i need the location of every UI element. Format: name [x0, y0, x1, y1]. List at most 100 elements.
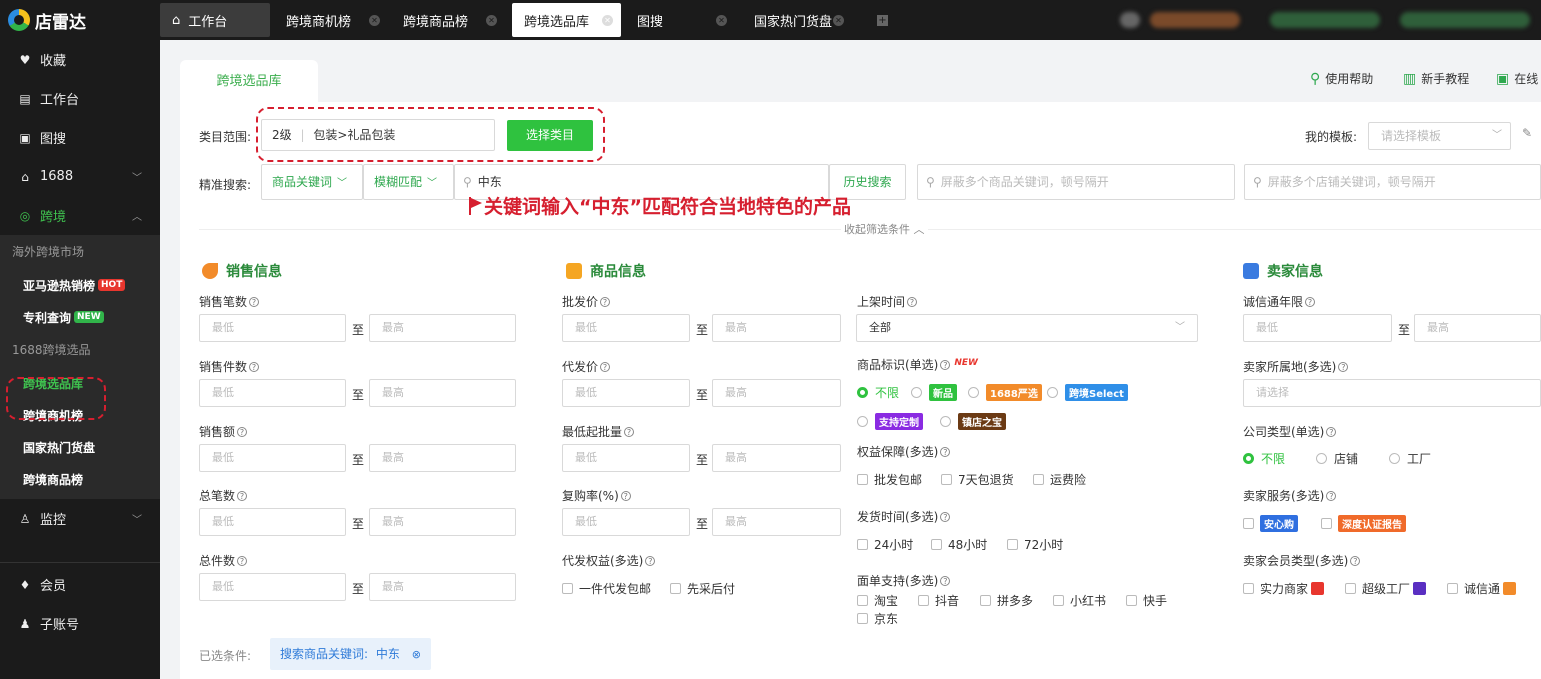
checkbox-24h[interactable]: 24小时 [857, 536, 913, 553]
checkbox-7day-return[interactable]: 7天包退货 [941, 471, 1014, 488]
sidebar-item-image-search[interactable]: ▣ 图搜 [0, 118, 160, 157]
help-icon[interactable]: ? [907, 297, 918, 307]
radio-company-factory[interactable]: 工厂 [1389, 450, 1431, 467]
checkbox-deep-certification[interactable]: 深度认证报告 [1321, 515, 1406, 532]
help-icon[interactable]: ? [940, 576, 951, 586]
help-icon[interactable]: ? [940, 512, 951, 522]
min-order-min[interactable]: 最低 [562, 444, 690, 472]
tab-workbench[interactable]: ⌂ 工作台 [160, 3, 270, 37]
help-icon[interactable]: ? [940, 360, 951, 370]
page-tab-title[interactable]: 跨境选品库 [180, 60, 318, 103]
radio-mark-customize[interactable]: 支持定制 [857, 413, 923, 430]
checkbox-pinduoduo[interactable]: 拼多多 [980, 592, 1033, 609]
close-icon[interactable]: ✕ [833, 14, 844, 26]
close-icon[interactable]: ✕ [602, 14, 613, 26]
sidebar-item-country-goods[interactable]: 国家热门货盘 [0, 431, 160, 463]
tab-opportunity[interactable]: 跨境商机榜 ✕ [274, 3, 388, 37]
help-icon[interactable]: ? [249, 297, 260, 307]
checkbox-48h[interactable]: 48小时 [931, 536, 987, 553]
sidebar-item-1688[interactable]: ⌂ 1688 ﹀ [0, 157, 160, 196]
close-icon[interactable]: ✕ [716, 14, 727, 26]
credit-years-min[interactable]: 最低 [1243, 314, 1392, 342]
checkbox-douyin[interactable]: 抖音 [918, 592, 959, 609]
total-orders-min[interactable]: 最低 [199, 508, 346, 536]
close-icon[interactable]: ✕ [486, 14, 497, 26]
app-logo[interactable]: 店雷达 [0, 0, 160, 40]
sidebar-item-amazon[interactable]: 亚马逊热销榜 HOT [0, 269, 160, 301]
help-icon[interactable]: ? [237, 427, 248, 437]
selected-keyword-chip[interactable]: 搜索商品关键词: 中东 ⊗ [270, 638, 431, 670]
checkbox-72h[interactable]: 72小时 [1007, 536, 1063, 553]
template-select[interactable]: 请选择模板 ﹀ [1368, 122, 1511, 150]
collapse-filters-toggle[interactable]: 收起筛选条件 ︿ [841, 221, 928, 237]
repurchase-rate-max[interactable]: 最高 [712, 508, 841, 536]
sidebar-item-monitor[interactable]: ♙ 监控 ﹀ [0, 499, 160, 538]
radio-mark-cross-border-select[interactable]: 跨境Select [1047, 384, 1128, 401]
wholesale-price-max[interactable]: 最高 [712, 314, 841, 342]
checkbox-one-piece-dropship[interactable]: 一件代发包邮 [562, 580, 651, 597]
sales-pieces-min[interactable]: 最低 [199, 379, 346, 407]
sidebar-item-patent[interactable]: 专利查询 NEW [0, 301, 160, 333]
add-tab-button[interactable]: + [865, 3, 895, 37]
help-icon[interactable]: ? [249, 362, 260, 372]
help-icon[interactable]: ? [940, 447, 951, 457]
shelf-time-select[interactable]: 全部 ﹀ [856, 314, 1198, 342]
close-icon[interactable]: ⊗ [412, 648, 421, 661]
sales-count-min[interactable]: 最低 [199, 314, 346, 342]
repurchase-rate-min[interactable]: 最低 [562, 508, 690, 536]
edit-icon[interactable]: ✎ [1522, 126, 1532, 140]
seller-location-select[interactable]: 请选择 [1243, 379, 1541, 407]
checkbox-strong-merchant[interactable]: 实力商家 [1243, 580, 1325, 597]
sales-pieces-max[interactable]: 最高 [369, 379, 516, 407]
help-icon[interactable]: ? [1350, 556, 1361, 566]
checkbox-anxingou[interactable]: 安心购 [1243, 515, 1298, 532]
block-goods-input[interactable]: ⚲ 屏蔽多个商品关键词，顿号隔开 [917, 164, 1235, 200]
tab-image-search[interactable]: 图搜 ✕ [625, 3, 735, 37]
total-pieces-max[interactable]: 最高 [369, 573, 516, 601]
checkbox-jd[interactable]: 京东 [857, 610, 898, 627]
help-icon[interactable]: ? [237, 491, 248, 501]
help-icon[interactable]: ? [624, 427, 635, 437]
radio-company-shop[interactable]: 店铺 [1316, 450, 1358, 467]
sidebar-item-workbench[interactable]: ▤ 工作台 [0, 79, 160, 118]
help-icon[interactable]: ? [1338, 362, 1349, 372]
online-service-link[interactable]: ▣ 在线 [1496, 70, 1538, 87]
total-pieces-min[interactable]: 最低 [199, 573, 346, 601]
help-icon[interactable]: ? [645, 556, 656, 566]
checkbox-xiaohongshu[interactable]: 小红书 [1053, 592, 1106, 609]
tutorial-link[interactable]: ▥ 新手教程 [1403, 70, 1469, 87]
sidebar-item-favorites[interactable]: ♥ 收藏 [0, 40, 160, 79]
help-link[interactable]: ⚲ 使用帮助 [1310, 70, 1373, 87]
checkbox-chengxintong[interactable]: 诚信通 [1447, 580, 1517, 597]
wholesale-price-min[interactable]: 最低 [562, 314, 690, 342]
tab-product-rank[interactable]: 跨境商品榜 ✕ [391, 3, 505, 37]
credit-years-max[interactable]: 最高 [1414, 314, 1541, 342]
keyword-type-select[interactable]: 商品关键词 ﹀ [261, 164, 363, 200]
tab-cross-border-library[interactable]: 跨境选品库 ✕ [512, 3, 621, 37]
sidebar-item-subaccount[interactable]: ♟ 子账号 [0, 604, 160, 643]
sidebar-item-product-rank[interactable]: 跨境商品榜 [0, 463, 160, 495]
sales-amount-max[interactable]: 最高 [369, 444, 516, 472]
sales-count-max[interactable]: 最高 [369, 314, 516, 342]
help-icon[interactable]: ? [1326, 427, 1337, 437]
help-icon[interactable]: ? [237, 556, 248, 566]
checkbox-shipping-insurance[interactable]: 运费险 [1033, 471, 1086, 488]
help-icon[interactable]: ? [1305, 297, 1316, 307]
min-order-max[interactable]: 最高 [712, 444, 841, 472]
help-icon[interactable]: ? [1326, 491, 1337, 501]
radio-mark-new[interactable]: 新品 [911, 384, 957, 401]
checkbox-buy-now-pay-later[interactable]: 先采后付 [670, 580, 735, 597]
sales-amount-min[interactable]: 最低 [199, 444, 346, 472]
dropship-price-min[interactable]: 最低 [562, 379, 690, 407]
dropship-price-max[interactable]: 最高 [712, 379, 841, 407]
checkbox-taobao[interactable]: 淘宝 [857, 592, 898, 609]
radio-mark-shop-treasure[interactable]: 镇店之宝 [940, 413, 1006, 430]
radio-company-any[interactable]: 不限 [1243, 450, 1285, 467]
match-type-select[interactable]: 模糊匹配 ﹀ [363, 164, 454, 200]
checkbox-super-factory[interactable]: 超级工厂 [1345, 580, 1427, 597]
sidebar-item-member[interactable]: ♦ 会员 [0, 565, 160, 604]
help-icon[interactable]: ? [600, 362, 611, 372]
help-icon[interactable]: ? [600, 297, 611, 307]
checkbox-free-shipping[interactable]: 批发包邮 [857, 471, 922, 488]
checkbox-kuaishou[interactable]: 快手 [1126, 592, 1167, 609]
